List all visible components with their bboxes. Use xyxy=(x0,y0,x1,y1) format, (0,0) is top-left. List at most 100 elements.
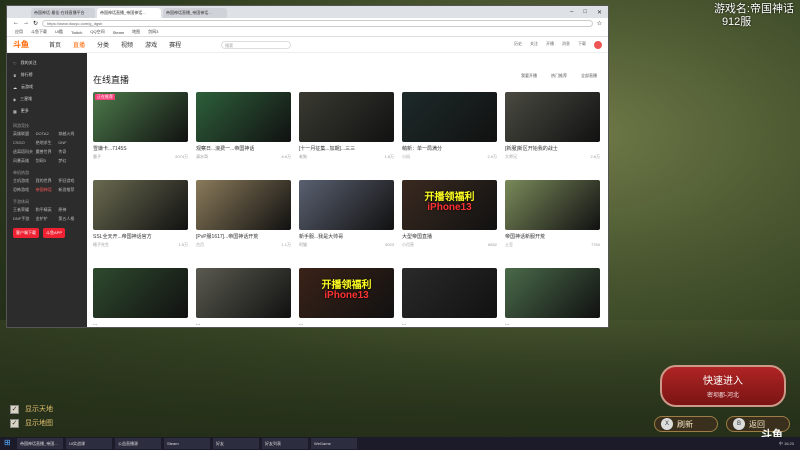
nav-schedule[interactable]: 赛程 xyxy=(169,40,181,49)
nav-category[interactable]: 分类 xyxy=(97,40,109,49)
bookmark-item[interactable]: 地图 xyxy=(132,29,140,35)
stream-card[interactable]: [PvP服1617]...帝国神话开荒 古月 1.1万 xyxy=(196,180,291,260)
windows-start-icon[interactable]: ⊞ xyxy=(2,438,14,449)
host-name[interactable]: 小月亮 xyxy=(402,242,414,248)
stream-card[interactable]: 观察日...浪费一...帝国神话 清水哥 6.6万 xyxy=(196,92,291,172)
nav-video[interactable]: 视频 xyxy=(121,40,133,49)
taskbar-item[interactable]: WeGame xyxy=(311,438,357,449)
browser-tab[interactable]: 帝国神话·最佳·在线直播平台 xyxy=(31,8,95,18)
stream-thumbnail[interactable] xyxy=(505,180,600,230)
category-link[interactable]: 第五人格 xyxy=(58,216,81,222)
stream-card[interactable]: ... xyxy=(196,268,291,327)
host-name[interactable]: 老狗 xyxy=(299,154,307,160)
bookmark-item[interactable]: Steam xyxy=(113,30,125,35)
taskbar-item[interactable]: Steam xyxy=(164,438,210,449)
category-link[interactable]: 魔兽世界 xyxy=(36,149,59,155)
category-link[interactable]: 梦幻 xyxy=(58,158,81,164)
minimize-icon[interactable]: – xyxy=(570,9,573,16)
stream-title[interactable]: [十一月征集...加期]...三三 xyxy=(299,145,394,152)
bookmark-item[interactable]: QQ空间 xyxy=(90,29,104,35)
stream-title[interactable]: 新手服...我是大帅哥 xyxy=(299,233,394,240)
stream-thumbnail[interactable] xyxy=(93,268,188,318)
bookmark-item[interactable]: 剑网3 xyxy=(148,29,158,35)
taskbar-item[interactable]: UI实战课 xyxy=(66,438,112,449)
option-row[interactable]: ✓ 显示地图 xyxy=(10,418,53,428)
nav-home[interactable]: 首页 xyxy=(49,40,61,49)
all-live-link[interactable]: 全部直播 xyxy=(581,73,597,79)
sidebar-item-sanxingdui[interactable]: ◈ 三星堆 xyxy=(13,93,81,105)
stream-title[interactable]: 萌新：单一局满分 xyxy=(402,145,497,152)
stream-thumbnail[interactable] xyxy=(196,180,291,230)
category-link[interactable]: 英雄联盟 xyxy=(13,131,36,137)
stream-thumbnail[interactable]: 开播领福利 iPhone13 xyxy=(299,268,394,318)
app-download-button[interactable]: 斗鱼APP xyxy=(43,228,66,238)
category-link[interactable]: 主机游戏 xyxy=(13,178,36,184)
taskbar-item[interactable]: 好友列表 xyxy=(262,438,308,449)
category-link[interactable]: 王者荣耀 xyxy=(13,207,36,213)
nav-live[interactable]: 直播 xyxy=(73,40,85,49)
message-icon[interactable]: 消息 xyxy=(562,41,570,49)
stream-thumbnail[interactable]: 正在推荐 xyxy=(93,92,188,142)
nav-game[interactable]: 游戏 xyxy=(145,40,157,49)
host-name[interactable]: 墨子 xyxy=(93,154,101,160)
category-link-active[interactable]: 帝国神话 xyxy=(36,187,59,193)
stream-title[interactable]: 帝国神话新服开荒 xyxy=(505,233,600,240)
broadcast-icon[interactable]: 开播 xyxy=(546,41,554,49)
forward-arrow-icon[interactable]: → xyxy=(23,20,29,26)
quick-enter-button[interactable]: 快速进入 密坝郡-河北 xyxy=(660,365,786,407)
stream-title[interactable]: ... xyxy=(93,321,188,327)
stream-title[interactable]: ... xyxy=(196,321,291,327)
avatar[interactable] xyxy=(594,40,602,49)
refresh-button[interactable]: X 刷新 xyxy=(654,416,718,432)
hot-recommend-link[interactable]: 热门推荐 xyxy=(551,73,567,79)
stream-title[interactable]: SSL全天开...帝国神话官方 xyxy=(93,233,188,240)
host-name[interactable]: 阿猫 xyxy=(299,242,307,248)
category-link[interactable]: CSGO xyxy=(13,140,36,146)
category-link[interactable]: 剑网3 xyxy=(36,158,59,164)
sidebar-item-more[interactable]: ▦ 更多 xyxy=(13,105,81,117)
category-link[interactable]: 风暴英雄 xyxy=(13,158,36,164)
taskbar-item[interactable]: 公益直播源 xyxy=(115,438,161,449)
stream-thumbnail[interactable] xyxy=(93,180,188,230)
sidebar-item-cloud[interactable]: ☁ 云游戏 xyxy=(13,81,81,93)
category-link[interactable]: 新游推荐 xyxy=(58,187,81,193)
stream-thumbnail[interactable] xyxy=(505,268,600,318)
category-link[interactable]: 和平精英 xyxy=(36,207,59,213)
stream-thumbnail[interactable] xyxy=(505,92,600,142)
taskbar-item[interactable]: 帝国神话直播_帝国... xyxy=(17,438,63,449)
stream-title[interactable]: [新服]新区开始我的战士 xyxy=(505,145,600,152)
history-icon[interactable]: 历史 xyxy=(514,41,522,49)
host-name[interactable]: 格子先生 xyxy=(93,242,109,248)
stream-thumbnail[interactable] xyxy=(299,180,394,230)
taskbar-item[interactable]: 好友 xyxy=(213,438,259,449)
stream-title[interactable]: 观察日...浪费一...帝国神话 xyxy=(196,145,291,152)
close-icon[interactable]: ✕ xyxy=(597,9,602,16)
system-tray[interactable]: 中 16:20 xyxy=(779,441,800,447)
stream-thumbnail[interactable] xyxy=(402,268,497,318)
category-link[interactable]: 原神 xyxy=(58,207,81,213)
stream-card[interactable]: 开播领福利 iPhone13... xyxy=(299,268,394,327)
sidebar-item-rank[interactable]: ♛ 排行榜 xyxy=(13,69,81,81)
bookmark-item[interactable]: UI酷 xyxy=(55,29,63,35)
stream-title[interactable]: ... xyxy=(402,321,497,327)
checkbox-icon[interactable]: ✓ xyxy=(10,418,19,428)
category-link[interactable]: 金铲铲 xyxy=(36,216,59,222)
stream-card[interactable]: ... xyxy=(402,268,497,327)
stream-thumbnail[interactable] xyxy=(402,92,497,142)
host-name[interactable]: 清水哥 xyxy=(196,154,208,160)
maximize-icon[interactable]: □ xyxy=(583,9,587,16)
reload-icon[interactable]: ↻ xyxy=(33,20,38,27)
category-link[interactable]: 绝地求生 xyxy=(36,140,59,146)
sidebar-item-follow[interactable]: ♡ 我的关注 xyxy=(13,57,81,69)
stream-thumbnail[interactable]: 开播领福利 iPhone13 xyxy=(402,180,497,230)
stream-title[interactable]: 雪嫌卡...7145S xyxy=(93,145,188,152)
browser-tab-active[interactable]: 帝国神话直播_帝国神话... xyxy=(97,8,161,18)
category-link[interactable]: 逃离塔科夫 xyxy=(13,149,36,155)
host-name[interactable]: 小风 xyxy=(402,154,410,160)
category-link[interactable]: DNF xyxy=(58,140,81,146)
browser-tab[interactable]: 帝国神话直播_帝国神话... xyxy=(163,8,227,18)
stream-card[interactable]: ... xyxy=(505,268,600,327)
checkbox-icon[interactable]: ✓ xyxy=(10,404,19,414)
stream-card[interactable]: SSL全天开...帝国神话官方 格子先生 1.5万 xyxy=(93,180,188,260)
stream-title[interactable]: ... xyxy=(299,321,394,327)
